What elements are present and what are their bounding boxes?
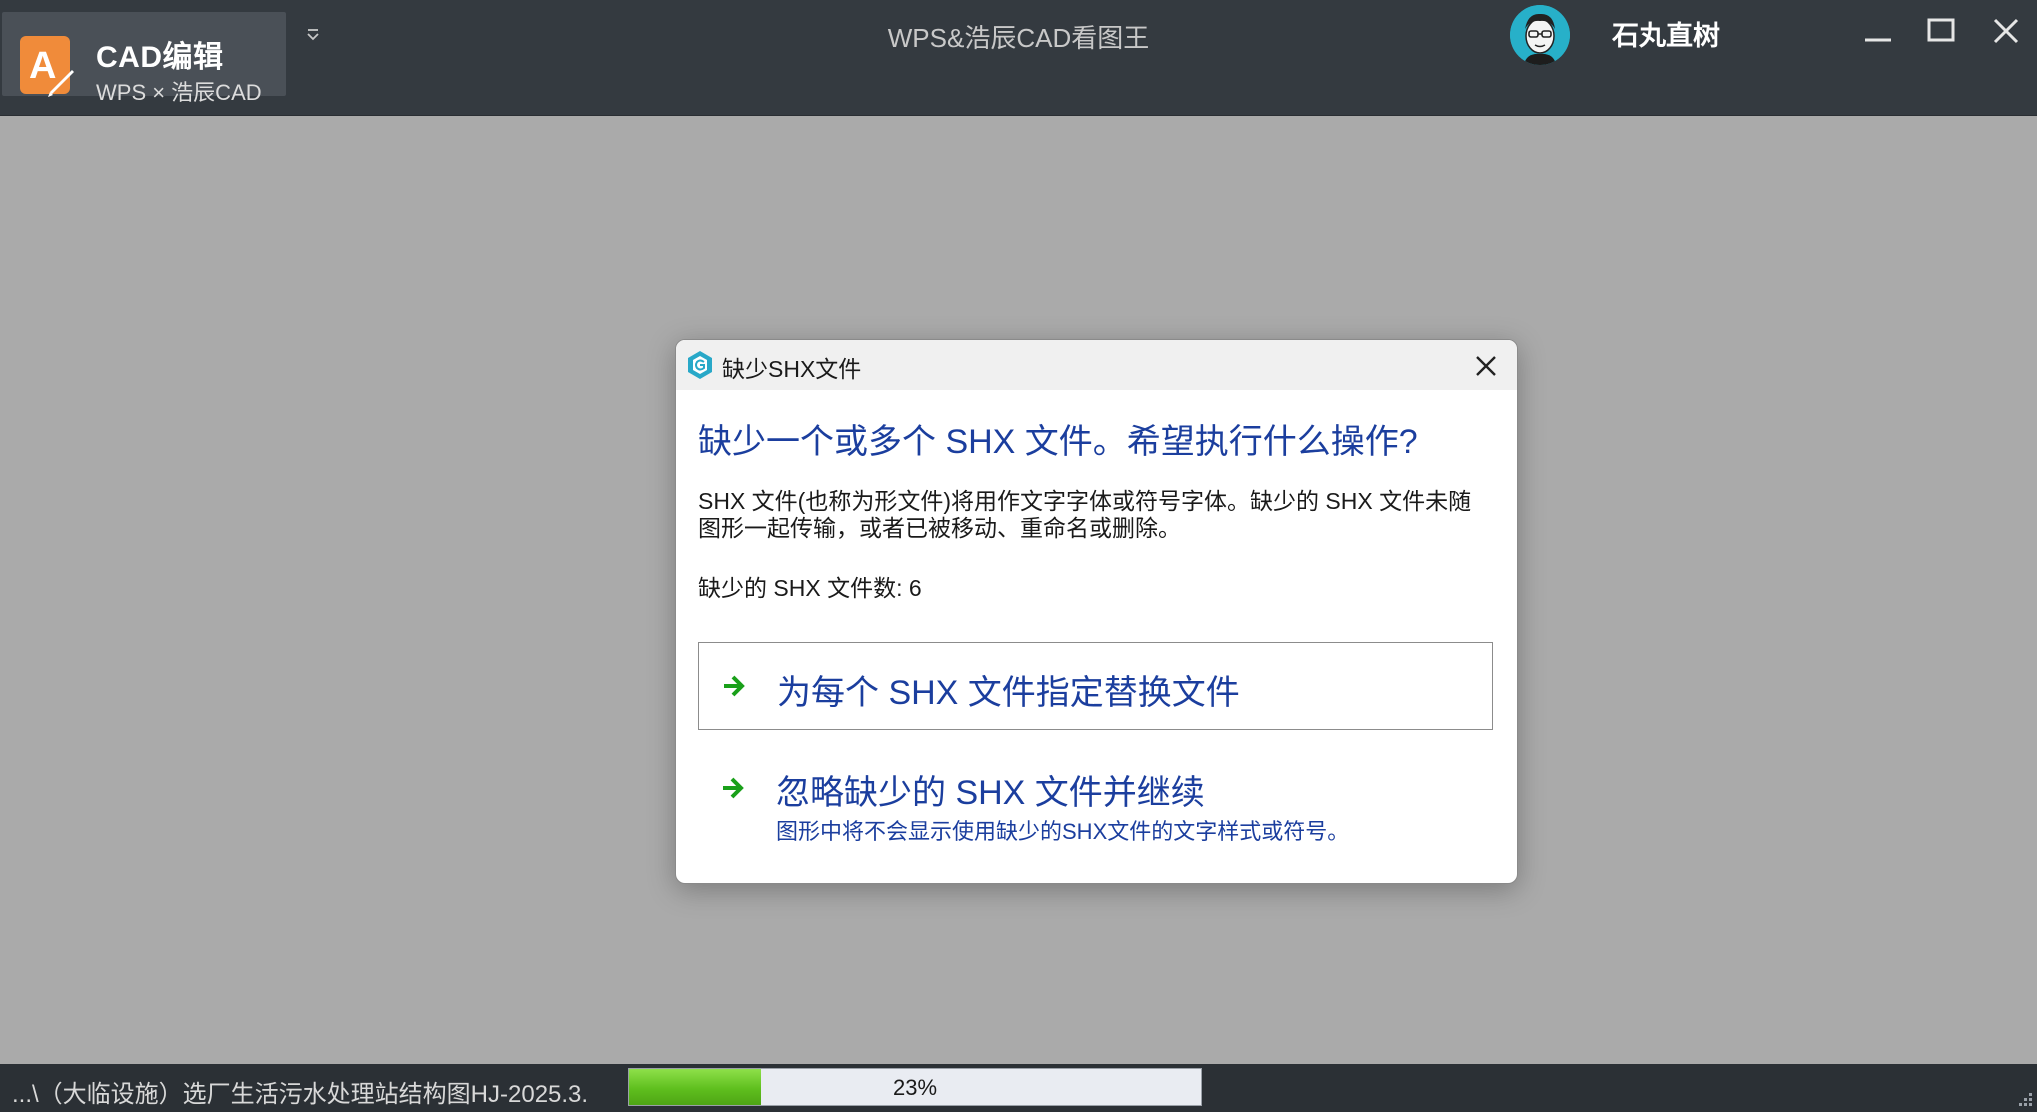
dialog-close-icon[interactable]	[1468, 348, 1504, 384]
status-bar: ...\（大临设施）选厂生活污水处理站结构图HJ-2025.3. 23%	[0, 1064, 2037, 1112]
dialog-heading: 缺少一个或多个 SHX 文件。希望执行什么操作?	[698, 423, 1418, 461]
ignore-and-continue-option[interactable]: 忽略缺少的 SHX 文件并继续 图形中将不会显示使用缺少的SHX文件的文字样式或…	[698, 745, 1493, 845]
progress-text: 23%	[892, 1075, 938, 1100]
gstarcad-app-icon	[688, 351, 712, 379]
status-file-path: ...\（大临设施）选厂生活污水处理站结构图HJ-2025.3.	[12, 1081, 589, 1108]
app-subtitle: WPS × 浩辰CAD	[96, 80, 262, 105]
option-label: 为每个 SHX 文件指定替换文件	[777, 674, 1240, 712]
username[interactable]: 石丸直树	[1612, 14, 1720, 53]
missing-count: 缺少的 SHX 文件数: 6	[698, 575, 922, 601]
dialog-description: SHX 文件(也称为形文件)将用作文字字体或符号字体。缺少的 SHX 文件未随图…	[698, 488, 1472, 541]
loading-progress-bar: 23%	[628, 1068, 1202, 1106]
dialog-title: 缺少SHX文件	[722, 356, 862, 382]
green-arrow-icon	[724, 675, 745, 697]
option-label: 忽略缺少的 SHX 文件并继续	[776, 774, 1205, 812]
close-icon[interactable]	[1981, 10, 2031, 54]
missing-shx-dialog: 缺少SHX文件 缺少一个或多个 SHX 文件。希望执行什么操作? SHX 文件(…	[675, 339, 1518, 884]
user-avatar-icon	[1510, 5, 1570, 65]
title-bar: A CAD编辑 WPS × 浩辰CAD WPS&浩辰CAD看图王 石丸直树	[0, 0, 2037, 116]
minimize-icon[interactable]	[1851, 10, 1901, 54]
green-arrow-icon	[723, 777, 744, 799]
specify-replacement-option[interactable]: 为每个 SHX 文件指定替换文件	[698, 642, 1493, 730]
maximize-icon[interactable]	[1917, 10, 1967, 54]
dialog-title-bar: 缺少SHX文件	[676, 340, 1517, 390]
resize-grip-icon[interactable]	[2012, 1086, 2034, 1108]
user-avatar[interactable]	[1510, 5, 1570, 65]
window-title: WPS&浩辰CAD看图王	[887, 23, 1150, 53]
option-note: 图形中将不会显示使用缺少的SHX文件的文字样式或符号。	[776, 819, 1350, 844]
